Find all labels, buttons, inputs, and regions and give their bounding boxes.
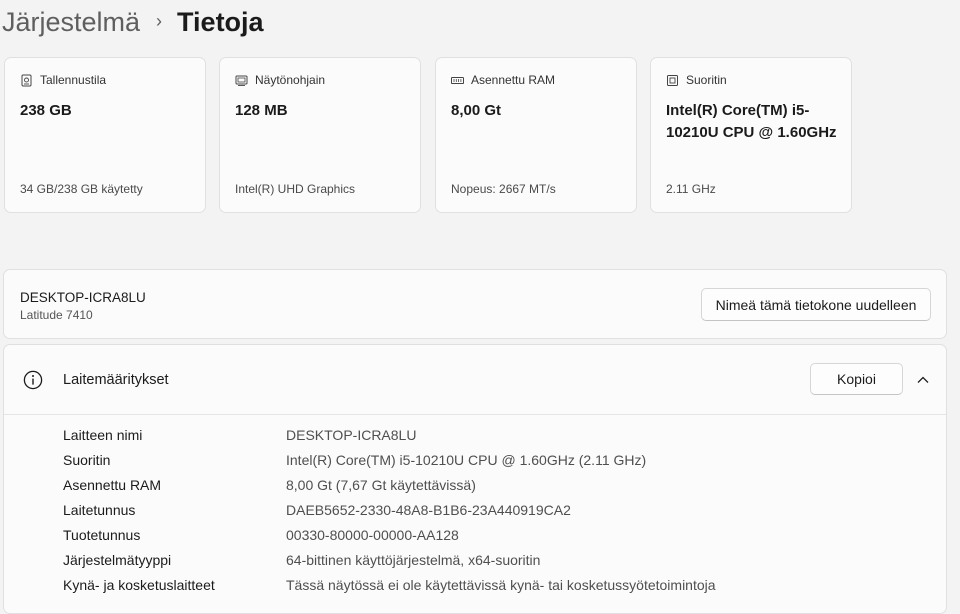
card-title: Tallennustila (40, 73, 107, 87)
storage-icon (21, 74, 32, 86)
specs-title: Laitemääritykset (63, 372, 169, 388)
card-detail: Nopeus: 2667 MT/s (451, 182, 556, 196)
spec-value: Intel(R) Core(TM) i5-10210U CPU @ 1.60GH… (286, 452, 647, 468)
info-icon (23, 370, 43, 390)
page-title: Tietoja (177, 6, 264, 37)
spec-label: Tuotetunnus (63, 527, 141, 543)
storage-card[interactable]: Tallennustila 238 GB 34 GB/238 GB käytet… (4, 57, 206, 213)
chevron-up-icon[interactable] (915, 372, 931, 388)
card-header: Tallennustila (20, 73, 106, 87)
card-header: Suoritin (666, 73, 727, 87)
spec-value: DAEB5652-2330-48A8-B1B6-23A440919CA2 (286, 502, 571, 518)
spec-value: DESKTOP-ICRA8LU (286, 427, 417, 443)
ram-card[interactable]: Asennettu RAM 8,00 Gt Nopeus: 2667 MT/s (435, 57, 637, 213)
device-name-card: DESKTOP-ICRA8LU Latitude 7410 Nimeä tämä… (3, 269, 947, 339)
spec-row-device-name: Laitteen nimi DESKTOP-ICRA8LU (63, 424, 416, 446)
spec-row-product-id: Tuotetunnus 00330-80000-00000-AA128 (63, 524, 459, 546)
display-adapter-icon (235, 75, 248, 86)
spec-row-processor: Suoritin Intel(R) Core(TM) i5-10210U CPU… (63, 449, 646, 471)
spec-value: Tässä näytössä ei ole käytettävissä kynä… (286, 577, 716, 593)
processor-icon (667, 74, 678, 86)
card-title: Asennettu RAM (471, 73, 556, 87)
spec-row-pen-touch: Kynä- ja kosketuslaitteet Tässä näytössä… (63, 574, 716, 596)
spec-value: 64-bittinen käyttöjärjestelmä, x64-suori… (286, 552, 541, 568)
spec-value: 00330-80000-00000-AA128 (286, 527, 459, 543)
card-value: 238 GB (20, 102, 72, 119)
card-header: Asennettu RAM (451, 73, 555, 87)
display-adapter-card[interactable]: Näytönohjain 128 MB Intel(R) UHD Graphic… (219, 57, 421, 213)
card-detail: 34 GB/238 GB käytetty (20, 182, 143, 196)
spec-value: 8,00 Gt (7,67 Gt käytettävissä) (286, 477, 476, 493)
spec-label: Laitteen nimi (63, 427, 143, 443)
spec-row-system-type: Järjestelmätyyppi 64-bittinen käyttöjärj… (63, 549, 540, 571)
spec-row-ram: Asennettu RAM 8,00 Gt (7,67 Gt käytettäv… (63, 474, 476, 496)
card-detail: 2.11 GHz (666, 182, 716, 196)
rename-pc-button[interactable]: Nimeä tämä tietokone uudelleen (701, 288, 931, 321)
copy-button[interactable]: Kopioi (810, 363, 903, 395)
card-header: Näytönohjain (235, 73, 325, 87)
breadcrumb-separator: › (156, 10, 163, 31)
specs-header[interactable]: Laitemääritykset Kopioi (4, 345, 946, 415)
card-value: Intel(R) Core(TM) i5-10210U CPU @ 1.60GH… (666, 102, 837, 141)
card-title: Suoritin (686, 73, 727, 87)
card-title: Näytönohjain (255, 73, 326, 87)
card-value: 128 MB (235, 102, 288, 119)
card-value: 8,00 Gt (451, 102, 502, 119)
card-detail: Intel(R) UHD Graphics (235, 182, 356, 196)
breadcrumb-parent-link[interactable]: Järjestelmä (2, 7, 140, 38)
spec-row-device-id: Laitetunnus DAEB5652-2330-48A8-B1B6-23A4… (63, 499, 571, 521)
device-model: Latitude 7410 (20, 308, 93, 322)
spec-label: Järjestelmätyyppi (63, 552, 172, 568)
spec-label: Suoritin (63, 452, 111, 468)
device-specifications-panel: Laitemääritykset Kopioi Laitteen nimi DE… (3, 344, 947, 614)
breadcrumb: Järjestelmä › Tietoja (2, 2, 264, 42)
processor-card[interactable]: Suoritin Intel(R) Core(TM) i5-10210U CPU… (650, 57, 852, 213)
spec-label: Laitetunnus (63, 502, 136, 518)
ram-icon (451, 76, 464, 84)
spec-label: Asennettu RAM (63, 477, 162, 493)
spec-label: Kynä- ja kosketuslaitteet (63, 577, 215, 593)
device-name: DESKTOP-ICRA8LU (20, 290, 146, 305)
